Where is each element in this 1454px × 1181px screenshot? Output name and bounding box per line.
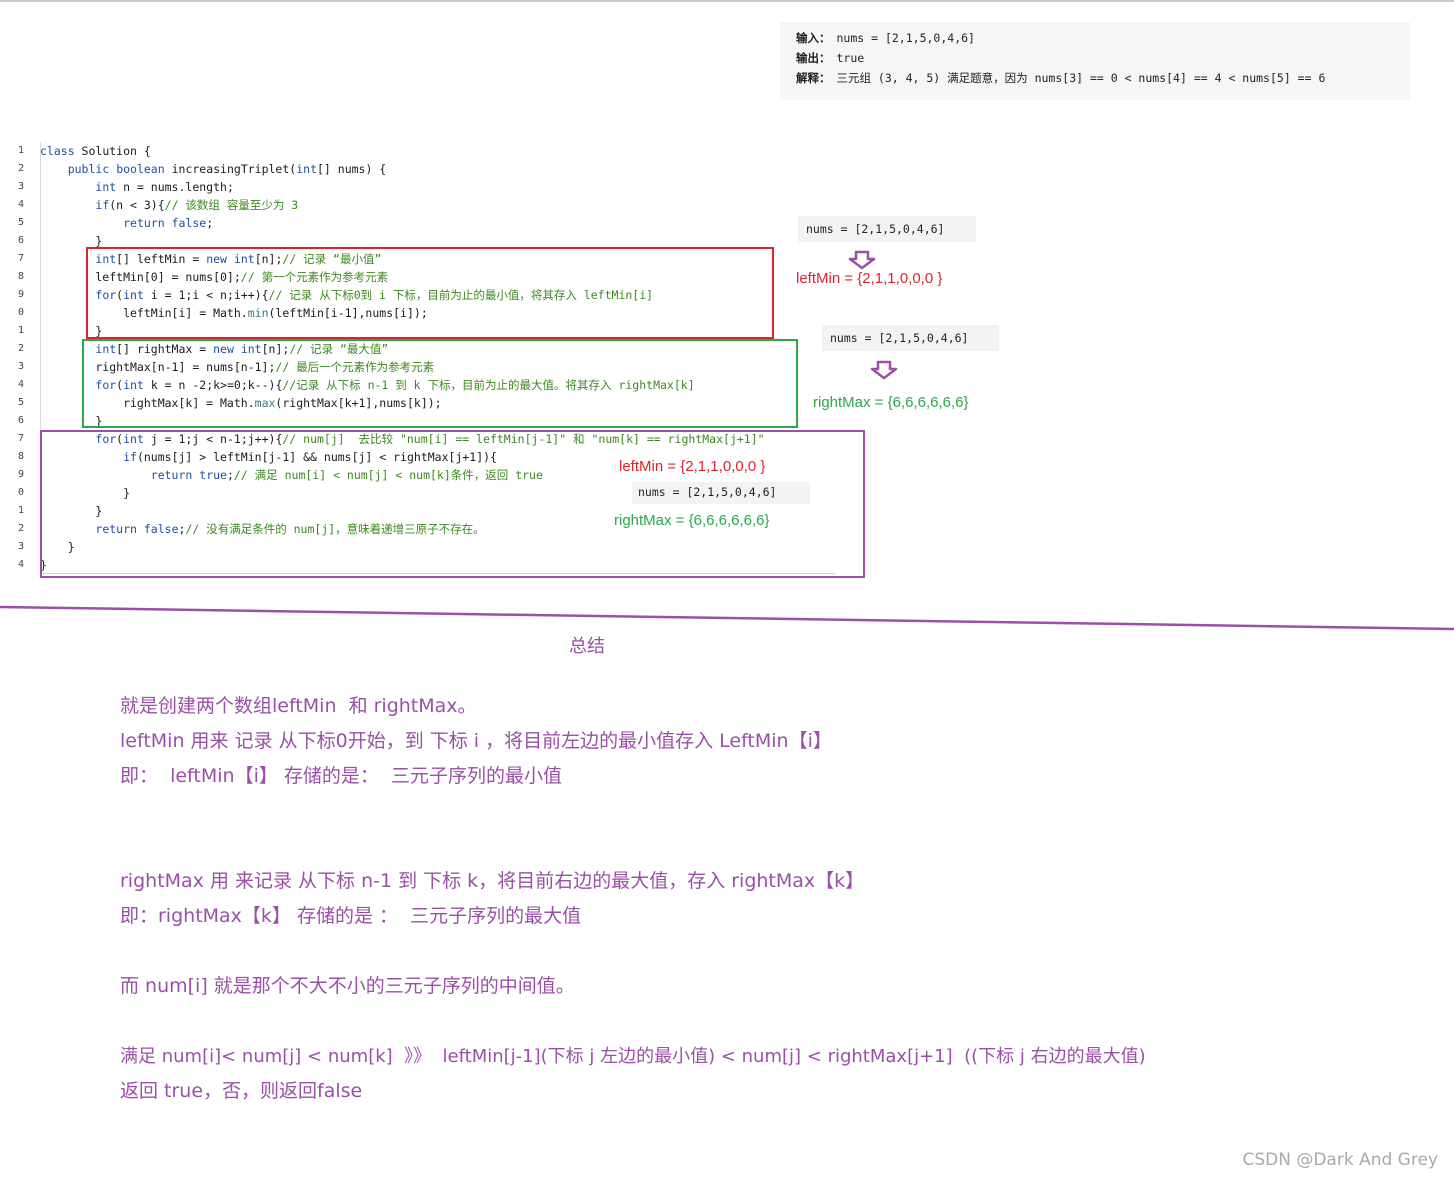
nums-chip-2: nums = [2,1,5,0,4,6] (822, 325, 999, 351)
line-number: 4 (18, 379, 25, 390)
line-number: 8 (18, 451, 25, 462)
watermark: CSDN @Dark And Grey (1242, 1150, 1438, 1170)
rightmax-highlight-box (82, 339, 798, 428)
code-line: return false; (123, 216, 214, 230)
down-arrow-icon (870, 360, 898, 380)
line-number: 4 (18, 199, 25, 210)
output-label: 输出： (796, 51, 831, 65)
line-number: 0 (18, 487, 25, 498)
line-number: 9 (18, 289, 25, 300)
line-number: 4 (18, 559, 25, 570)
line-number: 3 (18, 181, 25, 192)
leftmin-label-2: leftMin = {2,1,1,0,0,0 } (619, 458, 766, 475)
summary-paragraph: 而 num[i] 就是那个不大不小的三元子序列的中间值。 (120, 975, 575, 997)
code-line: if(n < 3){// 该数组 容量至少为 3 (95, 198, 299, 212)
code-line: int n = nums.length; (95, 180, 234, 194)
line-number: 7 (18, 433, 25, 444)
loop-highlight-box (40, 430, 865, 578)
summary-paragraph: 返回 true，否，则返回false (120, 1080, 363, 1102)
summary-title: 总结 (569, 636, 605, 657)
output-value: true (836, 51, 865, 65)
nums-chip-3: nums = [2,1,5,0,4,6] (632, 482, 810, 504)
line-number: 3 (18, 541, 25, 552)
nums-chip-1: nums = [2,1,5,0,4,6] (798, 216, 976, 242)
line-number: 1 (18, 145, 25, 156)
summary-paragraph: 满足 num[i]< num[j] < num[k] 》》 leftMin[j-… (120, 1046, 1146, 1067)
down-arrow-icon (848, 250, 876, 270)
line-number: 3 (18, 361, 25, 372)
rightmax-label-2: rightMax = {6,6,6,6,6,6} (614, 512, 770, 529)
line-number-gutter: 1 2 3 4 5 6 7 8 9 0 1 2 3 4 5 6 7 8 9 0 1 2 3 4 (16, 142, 41, 574)
line-number: 8 (18, 271, 25, 282)
leftmin-highlight-box (86, 247, 774, 339)
code-line: class Solution { (40, 144, 151, 158)
line-number: 2 (18, 523, 25, 534)
line-number: 1 (18, 505, 25, 516)
summary-paragraph: 就是创建两个数组leftMin 和 rightMax。 (120, 695, 477, 717)
line-number: 9 (18, 469, 25, 480)
line-number: 6 (18, 415, 25, 426)
line-number: 2 (18, 163, 25, 174)
line-number: 7 (18, 253, 25, 264)
summary-paragraph: 即：rightMax【k】 存储的是 ： 三元子序列的最大值 (120, 905, 582, 927)
section-divider (0, 605, 1454, 631)
line-number: 6 (18, 235, 25, 246)
explain-label: 解释： (796, 71, 831, 85)
line-number: 1 (18, 325, 25, 336)
summary-paragraph: 即： leftMin【i】 存储的是： 三元子序列的最小值 (120, 765, 562, 787)
summary-paragraph: rightMax 用 来记录 从下标 n-1 到 下标 k，将目前右边的最大值，… (120, 870, 865, 892)
leftmin-label-1: leftMin = {2,1,1,0,0,0 } (796, 270, 943, 287)
explain-value: 三元组 (3, 4, 5) 满足题意，因为 nums[3] == 0 < num… (836, 71, 1326, 85)
input-label: 输入： (796, 31, 831, 45)
line-number: 2 (18, 343, 25, 354)
summary-paragraph: leftMin 用来 记录 从下标0开始，到 下标 i ，将目前左边的最小值存入… (120, 730, 832, 752)
example-box: 输入： nums = [2,1,5,0,4,6] 输出： true 解释： 三元组 (… (780, 22, 1410, 100)
line-number: 0 (18, 307, 25, 318)
line-number: 5 (18, 217, 25, 228)
line-number: 5 (18, 397, 25, 408)
top-border (0, 0, 1454, 2)
input-value: nums = [2,1,5,0,4,6] (836, 31, 975, 45)
rightmax-label-1: rightMax = {6,6,6,6,6,6} (813, 394, 969, 411)
code-line: public boolean increasingTriplet(int[] n… (67, 162, 387, 176)
